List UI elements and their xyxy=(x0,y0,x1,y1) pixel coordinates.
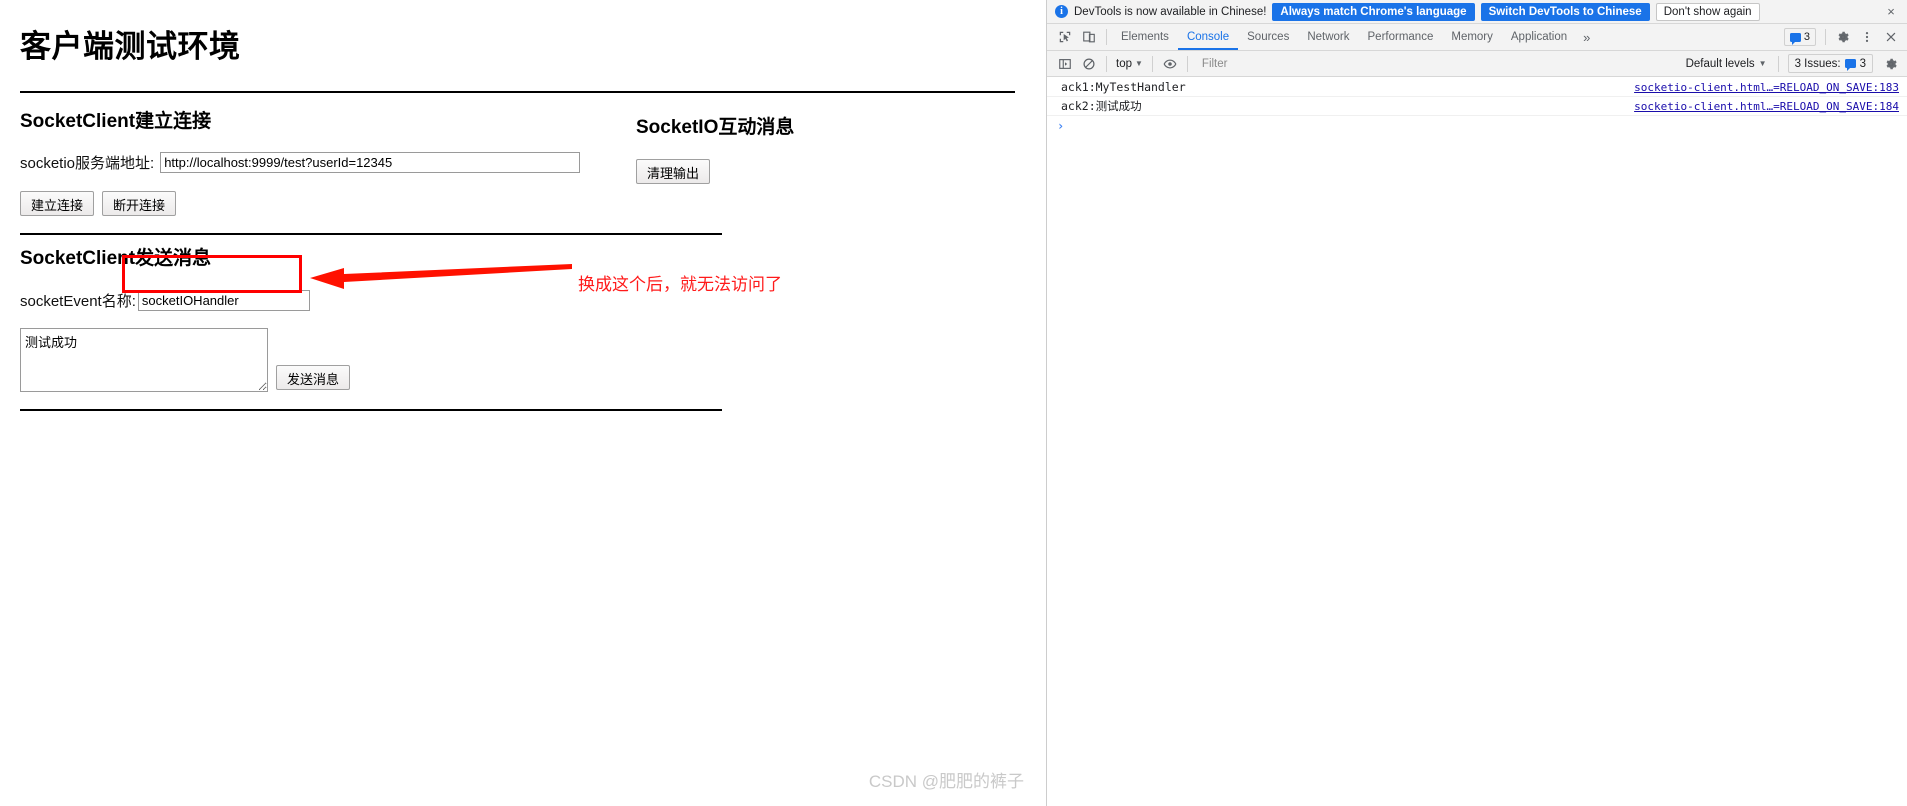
console-input-prompt[interactable]: › xyxy=(1047,116,1907,135)
speech-bubble-icon xyxy=(1789,32,1801,45)
server-url-label: socketio服务端地址: xyxy=(20,154,155,172)
divider-top xyxy=(20,91,1015,94)
console-toolbar-separator-2 xyxy=(1151,55,1153,72)
console-log-source-link[interactable]: socketio-client.html…=RELOAD_ON_SAVE:184 xyxy=(1634,100,1899,113)
tab-sources[interactable]: Sources xyxy=(1238,24,1298,50)
more-tabs-icon[interactable]: » xyxy=(1576,30,1597,45)
page-content: 客户端测试环境 SocketClient建立连接 socketio服务端地址: … xyxy=(0,28,1046,411)
web-page-panel: 客户端测试环境 SocketClient建立连接 socketio服务端地址: … xyxy=(0,0,1046,806)
connect-section-heading: SocketClient建立连接 xyxy=(20,111,212,133)
inspect-element-icon[interactable] xyxy=(1053,26,1077,48)
connect-button[interactable]: 建立连接 xyxy=(20,190,95,216)
console-toolbar-separator-3 xyxy=(1186,55,1188,72)
issues-count: 3 xyxy=(1859,57,1866,70)
socketio-messages-heading: SocketIO互动消息 xyxy=(636,117,795,138)
console-toolbar-separator xyxy=(1106,55,1107,72)
banner-close-icon[interactable]: × xyxy=(1883,4,1899,19)
console-settings-gear-icon[interactable] xyxy=(1879,53,1903,75)
switch-devtools-language-button[interactable]: Switch DevTools to Chinese xyxy=(1480,2,1650,21)
live-expression-icon[interactable] xyxy=(1158,53,1182,75)
table-row[interactable]: ack2:测试成功 socketio-client.html…=RELOAD_O… xyxy=(1047,97,1907,116)
event-name-label: socketEvent名称: xyxy=(20,292,136,310)
issues-label: 3 Issues: xyxy=(1794,57,1841,70)
tab-console[interactable]: Console xyxy=(1178,24,1238,50)
tab-memory[interactable]: Memory xyxy=(1442,24,1502,50)
connect-buttons: 建立连接 断开连接 xyxy=(20,190,1026,216)
tab-performance[interactable]: Performance xyxy=(1359,24,1443,50)
issues-button[interactable]: 3 Issues: 3 xyxy=(1787,54,1873,73)
tab-elements[interactable]: Elements xyxy=(1112,24,1178,50)
console-sidebar-icon[interactable] xyxy=(1053,53,1077,75)
annotation-text: 换成这个后，就无法访问了 xyxy=(578,275,782,294)
screenshot-root: 客户端测试环境 SocketClient建立连接 socketio服务端地址: … xyxy=(0,0,1907,806)
csdn-watermark: CSDN @肥肥的裤子 xyxy=(868,772,1024,791)
console-log-message: ack2:测试成功 xyxy=(1061,99,1142,113)
speech-bubble-icon-console xyxy=(1844,59,1856,71)
table-row[interactable]: ack1:MyTestHandler socketio-client.html…… xyxy=(1047,78,1907,97)
info-icon: i xyxy=(1055,5,1068,18)
kebab-menu-icon[interactable] xyxy=(1855,26,1879,48)
message-row: 发送消息 xyxy=(20,327,1026,392)
socketio-messages-section: SocketIO互动消息 清理输出 xyxy=(636,112,794,184)
prompt-caret-icon: › xyxy=(1057,118,1065,133)
execution-context-select[interactable]: top ▼ xyxy=(1112,54,1147,74)
page-title: 客户端测试环境 xyxy=(20,29,241,64)
gear-icon[interactable] xyxy=(1831,26,1855,48)
console-log-message: ack1:MyTestHandler xyxy=(1061,80,1186,94)
devtools-tabbar: Elements Console Sources Network Perform… xyxy=(1047,24,1907,51)
device-toolbar-icon[interactable] xyxy=(1077,26,1101,48)
chevron-down-icon: ▼ xyxy=(1135,59,1143,68)
divider-connect xyxy=(20,232,722,235)
chevron-down-icon-levels: ▼ xyxy=(1758,59,1767,68)
clear-console-icon[interactable] xyxy=(1077,53,1101,75)
tab-network[interactable]: Network xyxy=(1298,24,1358,50)
send-message-button[interactable]: 发送消息 xyxy=(276,364,351,390)
divider-send xyxy=(20,408,722,411)
banner-message: DevTools is now available in Chinese! xyxy=(1074,5,1267,18)
clear-output-button[interactable]: 清理输出 xyxy=(636,159,711,184)
log-levels-value: Default levels xyxy=(1685,57,1755,70)
tabbar-right-controls: 3 xyxy=(1783,26,1903,48)
console-filter-input[interactable] xyxy=(1196,54,1676,73)
red-arrow-icon xyxy=(310,264,572,289)
connect-section: SocketClient建立连接 socketio服务端地址: 建立连接 断开连… xyxy=(20,111,1026,216)
execution-context-value: top xyxy=(1116,57,1132,70)
devtools-panel: i DevTools is now available in Chinese! … xyxy=(1046,0,1907,806)
server-url-input[interactable] xyxy=(160,151,581,173)
disconnect-button[interactable]: 断开连接 xyxy=(102,190,177,216)
dont-show-again-button[interactable]: Don't show again xyxy=(1655,2,1760,21)
issues-badge-count: 3 xyxy=(1803,31,1810,43)
tabbar-separator xyxy=(1106,29,1107,45)
event-name-input[interactable] xyxy=(137,289,310,311)
console-output: ack1:MyTestHandler socketio-client.html…… xyxy=(1047,78,1907,806)
tab-application[interactable]: Application xyxy=(1502,24,1576,50)
console-toolbar: top ▼ Default levels ▼ 3 Issues: 3 xyxy=(1047,51,1907,77)
server-url-row: socketio服务端地址: xyxy=(20,151,1026,173)
tabbar-separator-2 xyxy=(1825,29,1826,45)
console-log-source-link[interactable]: socketio-client.html…=RELOAD_ON_SAVE:183 xyxy=(1634,81,1899,94)
log-levels-select[interactable]: Default levels ▼ xyxy=(1680,54,1773,74)
devtools-language-banner: i DevTools is now available in Chinese! … xyxy=(1047,0,1907,24)
console-toolbar-separator-4 xyxy=(1777,55,1779,72)
issues-badge[interactable]: 3 xyxy=(1783,28,1816,46)
always-match-language-button[interactable]: Always match Chrome's language xyxy=(1272,2,1475,21)
close-devtools-icon[interactable] xyxy=(1879,26,1903,48)
message-textarea[interactable] xyxy=(20,327,268,392)
